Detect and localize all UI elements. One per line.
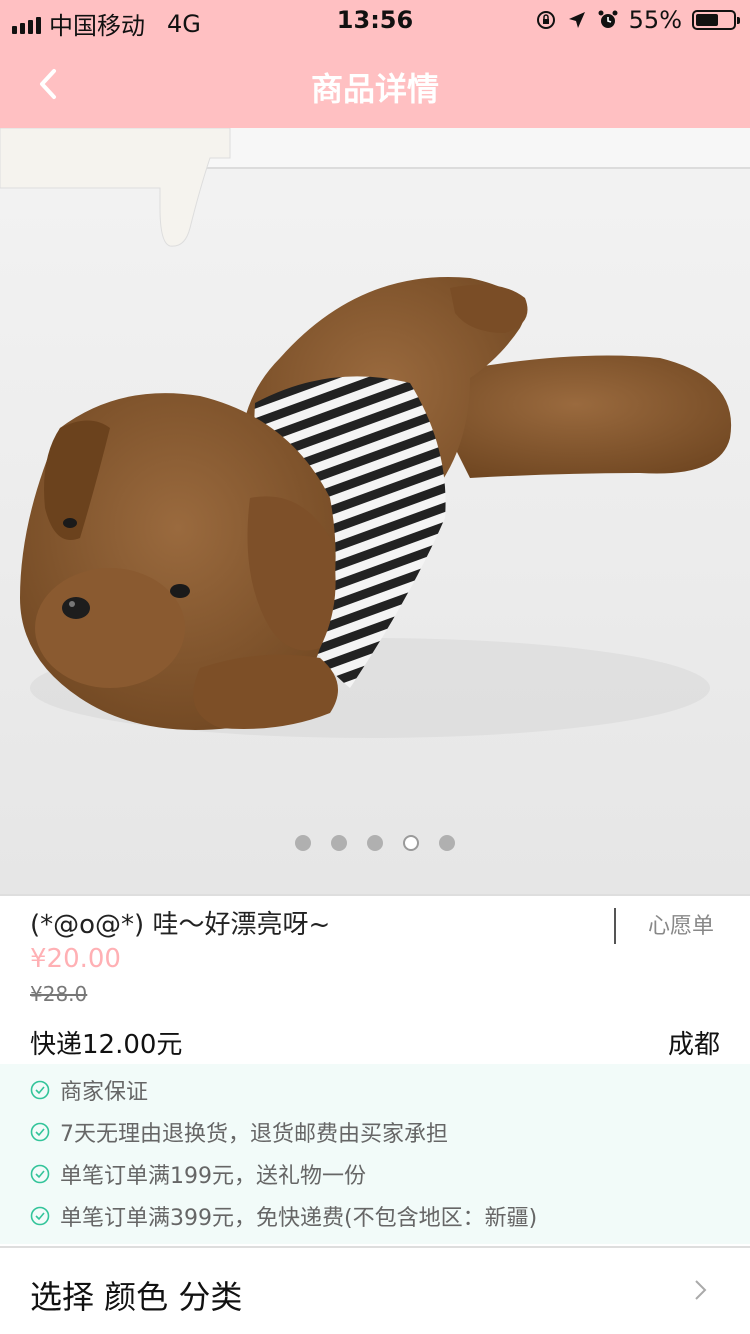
divider (0, 894, 750, 896)
guarantee-list: 商家保证 7天无理由退换货，退货邮费由买家承担 单笔订单满199元，送礼物一份 … (0, 1064, 750, 1244)
guarantee-item: 商家保证 (30, 1074, 148, 1106)
wishlist-separator (614, 908, 616, 944)
carousel-dot[interactable] (367, 835, 383, 851)
original-price: ¥28.0 (30, 982, 88, 1006)
orientation-lock-icon (536, 11, 555, 29)
check-circle-icon (30, 1164, 50, 1184)
guarantee-text: 商家保证 (60, 1080, 149, 1105)
status-right: 55% (535, 6, 740, 34)
guarantee-item: 单笔订单满399元，免快递费(不包含地区：新疆) (30, 1200, 537, 1232)
select-options-label: 选择 颜色 分类 (30, 1278, 243, 1316)
product-image-carousel[interactable] (0, 128, 750, 894)
select-options-row[interactable]: 选择 颜色 分类 (0, 1248, 750, 1334)
guarantee-text: 单笔订单满199元，送礼物一份 (60, 1164, 366, 1189)
product-title: (*@o@*) 哇～好漂亮呀~ (30, 910, 331, 940)
guarantee-text: 单笔订单满399元，免快递费(不包含地区：新疆) (60, 1206, 538, 1231)
product-price: ¥20.00 (30, 944, 121, 974)
guarantee-item: 7天无理由退换货，退货邮费由买家承担 (30, 1116, 448, 1148)
location-icon (568, 12, 585, 28)
carousel-dot-active[interactable] (403, 835, 419, 851)
check-circle-icon (30, 1080, 50, 1100)
guarantee-item: 单笔订单满199元，送礼物一份 (30, 1158, 366, 1190)
battery-icon (692, 10, 740, 30)
shipping-fee: 快递12.00元 (30, 1030, 183, 1060)
check-circle-icon (30, 1122, 50, 1142)
carousel-dot[interactable] (295, 835, 311, 851)
carousel-dot[interactable] (439, 835, 455, 851)
page-title: 商品详情 (310, 70, 439, 108)
carousel-indicator (0, 835, 750, 851)
guarantee-text: 7天无理由退换货，退货邮费由买家承担 (60, 1122, 448, 1147)
wishlist-button[interactable]: 心愿单 (648, 908, 714, 940)
carousel-dot[interactable] (331, 835, 347, 851)
check-circle-icon (30, 1206, 50, 1226)
nav-bar: 商品详情 (0, 40, 750, 128)
product-image (0, 128, 750, 894)
chevron-right-icon (695, 1280, 707, 1300)
battery-percent: 55% (628, 6, 682, 34)
ship-from-location: 成都 (667, 1030, 720, 1060)
status-bar: 中国移动 4G 13:56 55% (0, 0, 750, 40)
alarm-icon (598, 10, 618, 28)
